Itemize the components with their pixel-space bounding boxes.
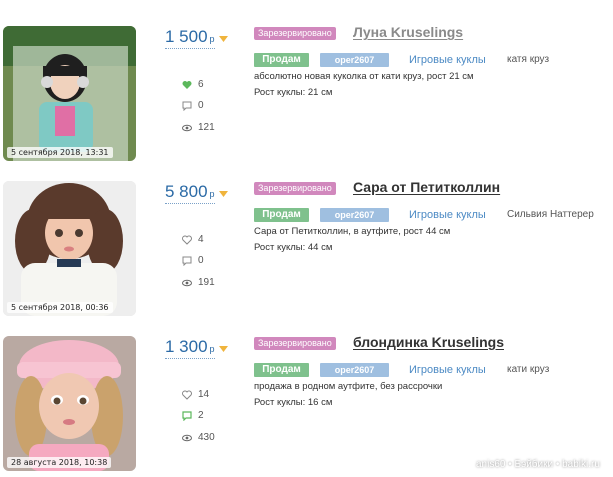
price-drop-arrow-icon (219, 191, 228, 197)
reserved-badge: Зарезервировано (254, 337, 336, 350)
views-count: 430 (198, 432, 215, 443)
eye-icon (182, 434, 192, 441)
price-currency: р (209, 344, 215, 354)
listing-description: продажа в родном аутфите, без рассрочки (254, 381, 443, 392)
price-value: 1 500 (165, 27, 208, 46)
category-link[interactable]: Игровые куклы (409, 363, 486, 377)
heart-icon (182, 80, 192, 89)
sell-tag[interactable]: Продам (254, 208, 309, 222)
reserved-badge: Зарезервировано (254, 27, 336, 40)
comments-count: 2 (198, 410, 204, 421)
sell-tag[interactable]: Продам (254, 53, 309, 67)
doll-photo-image (3, 181, 136, 316)
heart-icon (182, 235, 192, 245)
listing-date: 28 августа 2018, 10:38 (7, 457, 112, 468)
price: 5 800 р (165, 182, 215, 204)
likes-counter[interactable]: 14 (182, 389, 222, 400)
views-count: 121 (198, 122, 215, 133)
listing-title[interactable]: Сара от Петитколлин (353, 179, 500, 195)
price-drop-arrow-icon (219, 346, 228, 352)
seller-tag[interactable]: oper2607 (320, 208, 389, 222)
price-value: 5 800 (165, 182, 208, 201)
doll-maker[interactable]: катя круз (507, 53, 549, 67)
likes-count: 14 (198, 389, 210, 400)
listing-photo[interactable]: 5 сентября 2018, 13:31 (3, 26, 136, 161)
category-link[interactable]: Игровые куклы (409, 53, 486, 67)
eye-icon (182, 124, 192, 131)
seller-tag[interactable]: oper2607 (320, 363, 389, 377)
listing-title[interactable]: блондинка Kruselings (353, 334, 504, 350)
listing-card: 5 сентября 2018, 13:31 1 500 р 6 0 121 З… (0, 24, 613, 164)
comments-counter[interactable]: 0 (182, 100, 222, 111)
listing-card: 28 августа 2018, 10:38 1 300 р 14 2 430 … (0, 334, 613, 474)
site-watermark: anis60 • Бэйбики • babiki.ru (476, 459, 600, 470)
price-drop-arrow-icon (219, 36, 228, 42)
likes-count: 6 (198, 79, 204, 90)
views-counter: 121 (182, 122, 222, 133)
doll-height: Рост куклы: 16 см (254, 397, 333, 408)
seller-tag[interactable]: oper2607 (320, 53, 389, 67)
sell-tag[interactable]: Продам (254, 363, 309, 377)
category-link[interactable]: Игровые куклы (409, 208, 486, 222)
listing-description: абсолютно новая куколка от кати круз, ро… (254, 71, 474, 82)
listing-date: 5 сентября 2018, 00:36 (7, 302, 113, 313)
doll-photo-image (3, 336, 136, 471)
listing-date: 5 сентября 2018, 13:31 (7, 147, 113, 158)
comments-counter[interactable]: 2 (182, 410, 222, 421)
listing-card: 5 сентября 2018, 00:36 5 800 р 4 0 191 З… (0, 179, 613, 319)
likes-count: 4 (198, 234, 204, 245)
doll-maker[interactable]: Сильвия Наттерер (507, 208, 594, 222)
views-counter: 191 (182, 277, 222, 288)
comment-icon (182, 410, 192, 421)
listing-photo[interactable]: 5 сентября 2018, 00:36 (3, 181, 136, 316)
doll-height: Рост куклы: 44 см (254, 242, 333, 253)
price-value: 1 300 (165, 337, 208, 356)
comment-icon (182, 256, 192, 266)
reserved-badge: Зарезервировано (254, 182, 336, 195)
comment-icon (182, 101, 192, 111)
views-count: 191 (198, 277, 215, 288)
comments-count: 0 (198, 100, 204, 111)
price: 1 300 р (165, 337, 215, 359)
doll-photo-image (3, 26, 136, 161)
listing-description: Сара от Петитколлин, в аутфите, рост 44 … (254, 226, 451, 237)
comments-counter[interactable]: 0 (182, 255, 222, 266)
price: 1 500 р (165, 27, 215, 49)
comments-count: 0 (198, 255, 204, 266)
heart-icon (182, 390, 192, 400)
price-currency: р (209, 189, 215, 199)
eye-icon (182, 279, 192, 286)
likes-counter[interactable]: 4 (182, 234, 222, 245)
likes-counter[interactable]: 6 (182, 79, 222, 90)
views-counter: 430 (182, 432, 222, 443)
listing-photo[interactable]: 28 августа 2018, 10:38 (3, 336, 136, 471)
listing-title[interactable]: Луна Kruselings (353, 24, 463, 40)
doll-height: Рост куклы: 21 см (254, 87, 333, 98)
doll-maker[interactable]: кати круз (507, 363, 549, 377)
price-currency: р (209, 34, 215, 44)
